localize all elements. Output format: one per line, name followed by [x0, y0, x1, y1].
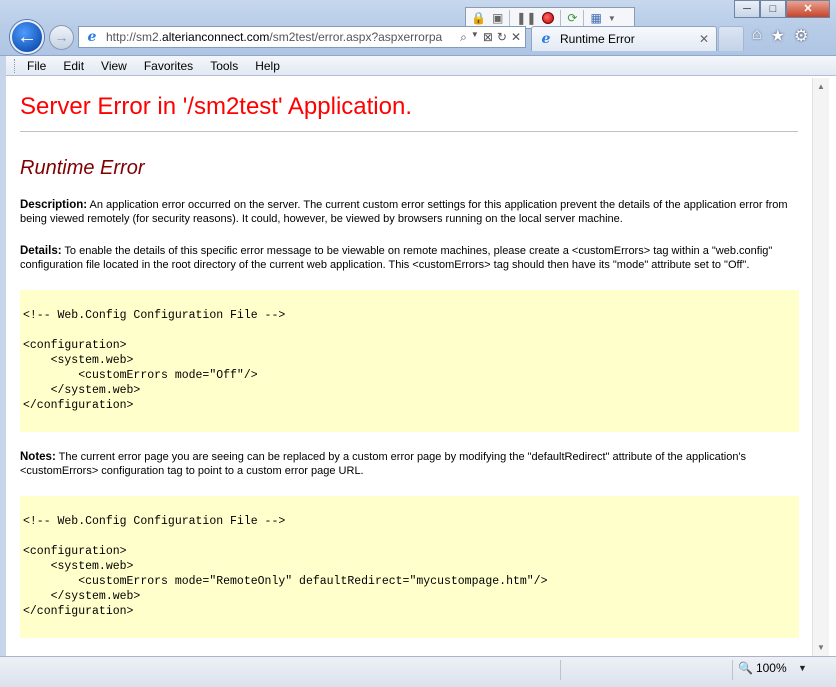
tab-title: Runtime Error: [560, 32, 635, 46]
menu-item-help[interactable]: Help: [255, 59, 280, 73]
menu-bar: File Edit View Favorites Tools Help: [0, 56, 836, 76]
reload-icon[interactable]: ↻: [497, 30, 507, 45]
forward-button[interactable]: →: [49, 25, 74, 50]
browser-chrome: ─ □ ✕ 🔒 ▣ ❚❚ ⟳ ▦ ▼ ← → e http://sm2.alte…: [0, 0, 836, 56]
window-icon[interactable]: ▣: [492, 11, 503, 25]
description-text: An application error occurred on the ser…: [20, 199, 788, 225]
favorites-star-icon[interactable]: ★: [771, 26, 785, 46]
vertical-scrollbar[interactable]: ▲ ▼: [812, 78, 829, 656]
address-tools: ⌕ ▼ ⊠ ↻ ✕: [456, 30, 525, 45]
compatibility-view-icon[interactable]: ⊠: [483, 30, 493, 45]
url-host: alterianconnect.com: [162, 30, 270, 44]
zoom-icon: 🔍: [738, 661, 753, 675]
window-controls: ─ □ ✕: [734, 0, 830, 18]
toolbar-separator: [583, 10, 585, 26]
close-window-button[interactable]: ✕: [786, 0, 830, 18]
refresh-icon[interactable]: ⟳: [567, 11, 577, 25]
menu-item-tools[interactable]: Tools: [210, 59, 238, 73]
maximize-button[interactable]: □: [760, 0, 786, 18]
dropdown-icon[interactable]: ▼: [608, 14, 616, 23]
config-code-block-remoteonly: <!-- Web.Config Configuration File --> <…: [20, 496, 799, 638]
notes-paragraph: Notes: The current error page you are se…: [20, 450, 800, 478]
toolbar-separator: [509, 10, 511, 26]
url-scheme: http://sm2.: [106, 30, 163, 44]
page-content: Server Error in '/sm2test' Application. …: [6, 78, 812, 656]
search-icon[interactable]: ⌕: [460, 30, 467, 45]
description-label: Description:: [20, 199, 88, 211]
error-subtitle: Runtime Error: [20, 157, 145, 179]
details-label: Details:: [20, 245, 62, 257]
tab-close-icon[interactable]: ✕: [696, 32, 712, 46]
dropdown-arrow-icon[interactable]: ▼: [471, 30, 479, 45]
menu-item-favorites[interactable]: Favorites: [144, 59, 193, 73]
minimize-button[interactable]: ─: [734, 0, 760, 18]
back-button[interactable]: ←: [10, 20, 44, 54]
stop-icon[interactable]: ✕: [511, 30, 521, 45]
details-paragraph: Details: To enable the details of this s…: [20, 244, 800, 272]
zoom-dropdown-icon[interactable]: ▼: [798, 663, 807, 673]
scroll-up-icon[interactable]: ▲: [813, 78, 829, 95]
title-divider: [20, 131, 798, 132]
address-url[interactable]: http://sm2.alterianconnect.com/sm2test/e…: [106, 30, 456, 44]
pause-icon[interactable]: ❚❚: [516, 11, 536, 25]
menu-item-file[interactable]: File: [27, 59, 46, 73]
grid-icon[interactable]: ▦: [590, 11, 601, 25]
ie-page-icon: e: [87, 29, 97, 45]
menu-item-view[interactable]: View: [101, 59, 127, 73]
menu-grip: [14, 58, 17, 73]
menu-item-edit[interactable]: Edit: [63, 59, 84, 73]
settings-gear-icon[interactable]: ⚙: [794, 26, 808, 46]
tab-runtime-error[interactable]: e Runtime Error ✕: [531, 26, 717, 51]
status-bar: 🔍 100% ▼: [0, 656, 836, 687]
status-divider: [732, 660, 733, 680]
address-bar[interactable]: e http://sm2.alterianconnect.com/sm2test…: [78, 26, 526, 48]
details-text: To enable the details of this specific e…: [20, 245, 773, 271]
home-icon[interactable]: ⌂: [752, 26, 762, 46]
status-divider: [560, 660, 561, 680]
notes-text: The current error page you are seeing ca…: [20, 451, 747, 477]
zoom-level: 100%: [755, 661, 787, 675]
ie-tab-icon: e: [541, 31, 551, 47]
url-path: /sm2test/error.aspx?aspxerrorpa: [269, 30, 443, 44]
record-icon[interactable]: [542, 12, 555, 24]
config-code-block-off: <!-- Web.Config Configuration File --> <…: [20, 290, 799, 432]
toolbar-separator: [560, 10, 562, 26]
arrow-left-icon: ←: [17, 26, 37, 48]
lock-icon[interactable]: 🔒: [471, 11, 486, 25]
browser-icons: ⌂ ★ ⚙: [752, 26, 808, 46]
scroll-down-icon[interactable]: ▼: [813, 639, 829, 656]
description-paragraph: Description: An application error occurr…: [20, 198, 800, 226]
zoom-control[interactable]: 🔍 100%: [738, 661, 787, 675]
arrow-right-icon: →: [54, 29, 69, 45]
notes-label: Notes:: [20, 451, 56, 463]
new-tab-button[interactable]: [718, 26, 744, 51]
page-title: Server Error in '/sm2test' Application.: [20, 93, 412, 120]
